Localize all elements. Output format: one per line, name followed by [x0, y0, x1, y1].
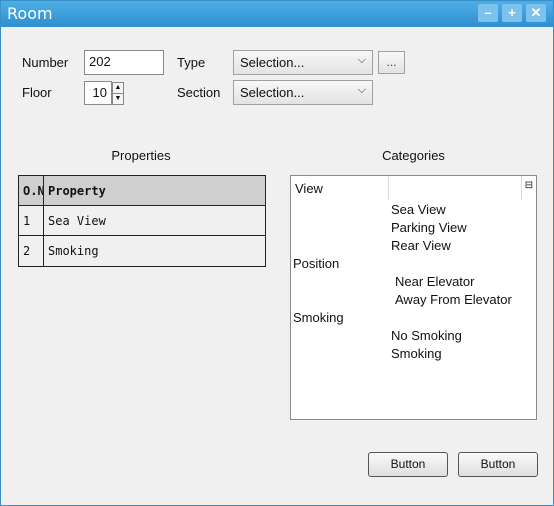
window-title: Room — [7, 4, 53, 23]
type-browse-button[interactable]: ... — [378, 51, 405, 74]
grid-header-row: O.N Property — [19, 176, 265, 206]
button-1[interactable]: Button — [368, 452, 448, 477]
tree-group-smoking[interactable]: Smoking — [293, 310, 344, 325]
title-bar[interactable]: Room – + ✕ — [1, 1, 553, 27]
tree-group-view[interactable]: View — [295, 181, 323, 196]
properties-heading: Properties — [111, 148, 171, 163]
tree-item[interactable]: Parking View — [391, 220, 467, 235]
column-divider — [521, 176, 522, 200]
section-select-value: Selection... — [240, 85, 305, 100]
minimize-icon[interactable]: – — [478, 4, 498, 22]
type-select-value: Selection... — [240, 55, 305, 70]
properties-grid[interactable]: O.N Property 1 Sea View 2 Smoking — [18, 175, 266, 267]
tree-item[interactable]: Near Elevator — [395, 274, 474, 289]
column-divider — [388, 176, 389, 200]
room-window: Room – + ✕ Number 202 Floor 10 ▲ ▼ Type … — [0, 0, 554, 506]
type-select[interactable]: Selection... ⌵ — [233, 50, 373, 75]
tree-item[interactable]: Sea View — [391, 202, 446, 217]
number-field[interactable]: 202 — [84, 50, 164, 75]
table-row[interactable]: 2 Smoking — [19, 236, 265, 266]
button-2[interactable]: Button — [458, 452, 538, 477]
row-property: Smoking — [48, 244, 99, 258]
chevron-down-icon: ⌵ — [357, 84, 366, 96]
tree-item[interactable]: Smoking — [391, 346, 442, 361]
type-label: Type — [177, 55, 206, 70]
table-row[interactable]: 1 Sea View — [19, 206, 265, 236]
floor-label: Floor — [22, 85, 52, 100]
row-property: Sea View — [48, 214, 106, 228]
close-icon[interactable]: ✕ — [526, 4, 546, 22]
floor-decrement-icon[interactable]: ▼ — [112, 93, 124, 105]
floor-stepper-field[interactable]: 10 — [84, 81, 112, 105]
column-header-number[interactable]: O.N — [19, 176, 44, 206]
maximize-icon[interactable]: + — [502, 4, 522, 22]
tree-item[interactable]: No Smoking — [391, 328, 462, 343]
categories-heading: Categories — [382, 148, 445, 163]
tree-group-position[interactable]: Position — [293, 256, 339, 271]
section-select[interactable]: Selection... ⌵ — [233, 80, 373, 105]
column-chooser-icon[interactable]: ⊟ — [523, 180, 535, 192]
row-number: 1 — [19, 206, 44, 236]
number-label: Number — [22, 55, 69, 70]
column-header-property[interactable]: Property — [44, 176, 264, 206]
row-number: 2 — [19, 236, 44, 266]
section-label: Section — [177, 85, 221, 100]
chevron-down-icon: ⌵ — [357, 54, 366, 66]
tree-item[interactable]: Away From Elevator — [395, 292, 512, 307]
categories-tree[interactable]: ⊟ View Sea View Parking View Rear View P… — [290, 175, 537, 420]
tree-item[interactable]: Rear View — [391, 238, 451, 253]
